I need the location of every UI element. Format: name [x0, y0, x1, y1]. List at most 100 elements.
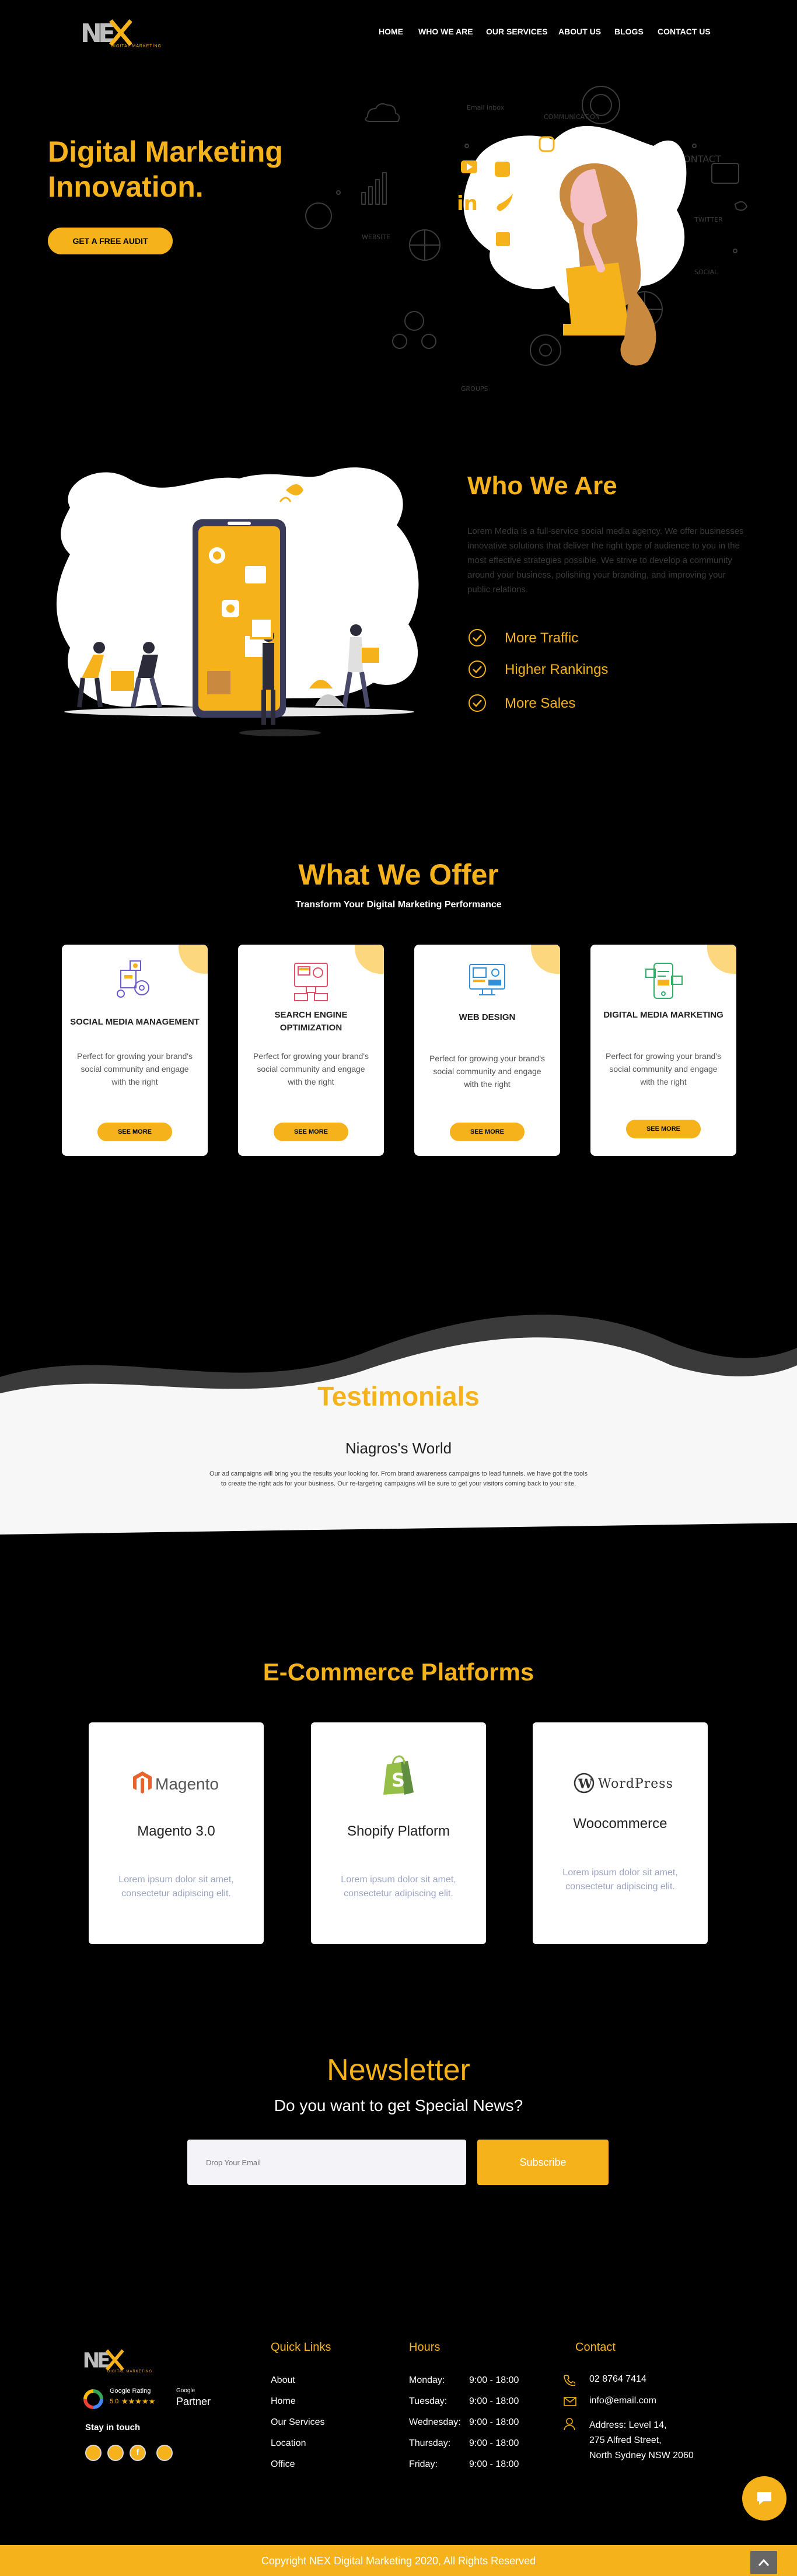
platform-description: Lorem ipsum dolor sit amet, consectetur …	[341, 1875, 456, 1899]
platform-name: Magento 3.0	[137, 1823, 215, 1839]
contact-address: Address: Level 14, 275 Alfred Street, No…	[589, 2418, 694, 2463]
footer-link-services[interactable]: Our Services	[271, 2417, 324, 2428]
service-card-text: Perfect for growing your brand's social …	[253, 1051, 369, 1086]
nav-home[interactable]: HOME	[379, 27, 403, 36]
platform-card[interactable]: Magento Magento 3.0 Lorem ipsum dolor si…	[89, 1722, 264, 1944]
free-audit-button[interactable]: GET A FREE AUDIT	[48, 228, 173, 254]
newsletter-title: Newsletter	[327, 2053, 470, 2087]
facebook-icon[interactable]: f	[130, 2445, 146, 2461]
testimonial-quote: Our ad campaigns will bring you the resu…	[0, 1469, 797, 1489]
service-card-text: Perfect for growing your brand's social …	[429, 1054, 545, 1089]
person-icon	[564, 2418, 575, 2431]
nav-contact-us[interactable]: CONTACT US	[658, 27, 711, 36]
social-media-icon	[117, 960, 149, 998]
google-partner-badge: Google Rating 5.0 ★★★★★ Google Partner	[83, 2385, 226, 2414]
footer-logo[interactable]: N E DIGITAL MARKETING	[82, 2347, 169, 2379]
nav-our-services[interactable]: OUR SERVICES	[486, 27, 548, 36]
hero-title-line2: Innovation.	[48, 170, 204, 203]
web-design-icon	[469, 964, 505, 995]
benefit-label: More Sales	[505, 695, 576, 711]
contact-phone[interactable]: 02 8764 7414	[589, 2374, 646, 2385]
platform-name: Woocommerce	[573, 1816, 667, 1831]
svg-text:Email Inbox: Email Inbox	[467, 104, 505, 111]
scroll-to-top-button[interactable]	[750, 2551, 777, 2574]
hero-illustration: Email Inbox COMMUNICATION CONTACT TWITTE…	[305, 86, 748, 393]
svg-text:SOCIAL: SOCIAL	[694, 268, 718, 276]
logo-mark-icon: N E	[81, 19, 132, 48]
newsletter-email-input[interactable]	[187, 2140, 466, 2185]
footer-link-about[interactable]: About	[271, 2375, 295, 2386]
check-circle-icon	[469, 660, 486, 678]
logo-subtitle: DIGITAL MARKETING	[111, 44, 162, 48]
service-card[interactable]: DIGITAL MEDIA MARKETING Perfect for grow…	[590, 945, 736, 1156]
nav-blogs[interactable]: BLOGS	[614, 27, 644, 36]
wordpress-logo: W WordPress	[574, 1773, 673, 1796]
hours-time: 9:00 - 18:00	[469, 2459, 519, 2469]
magento-icon	[133, 1771, 152, 1794]
copyright-bar: Copyright NEX Digital Marketing 2020, Al…	[0, 2545, 797, 2576]
service-card-title: WEB DESIGN	[459, 1012, 516, 1022]
google-icon[interactable]	[107, 2445, 124, 2461]
top-navigation: N E DIGITAL MARKETING HOME WHO WE ARE OU…	[0, 0, 797, 64]
service-card[interactable]: SEARCH ENGINE OPTIMIZATION Perfect for g…	[238, 945, 384, 1156]
see-more-button[interactable]: SEE MORE	[626, 1120, 701, 1138]
see-more-button[interactable]: SEE MORE	[97, 1123, 172, 1141]
contact-heading: Contact	[575, 2341, 616, 2354]
see-more-button[interactable]: SEE MORE	[274, 1123, 348, 1141]
stay-in-touch-label: Stay in touch	[85, 2423, 141, 2432]
platform-card[interactable]: W WordPress Woocommerce Lorem ipsum dolo…	[533, 1722, 708, 1944]
platform-description: Lorem ipsum dolor sit amet, consectetur …	[562, 1868, 678, 1892]
footer-link-office[interactable]: Office	[271, 2459, 295, 2470]
footer-link-home[interactable]: Home	[271, 2396, 296, 2407]
address-line: 275 Alfred Street,	[589, 2435, 662, 2445]
logo-mark-icon: N E	[83, 2349, 124, 2372]
footer-link-location[interactable]: Location	[271, 2438, 306, 2449]
service-card-text: Perfect for growing your brand's social …	[606, 1051, 721, 1086]
service-card[interactable]: SOCIAL MEDIA MANAGEMENT Perfect for grow…	[62, 945, 208, 1156]
svg-text:TWITTER: TWITTER	[694, 216, 723, 223]
shopify-icon: S	[383, 1755, 414, 1795]
address-line: Address: Level 14,	[589, 2420, 667, 2430]
service-card-text: Perfect for growing your brand's social …	[77, 1051, 193, 1086]
svg-text:GROUPS: GROUPS	[461, 385, 488, 393]
instagram-icon[interactable]	[85, 2445, 102, 2461]
chat-button[interactable]	[742, 2476, 786, 2521]
hours-day: Friday:	[409, 2459, 438, 2469]
hours-heading: Hours	[409, 2341, 441, 2354]
service-card-title: SOCIAL MEDIA MANAGEMENT	[70, 1017, 200, 1027]
magento-logo: Magento	[132, 1770, 225, 1796]
who-we-are-body: Lorem Media is a full-service social med…	[467, 526, 744, 595]
benefit-label: Higher Rankings	[505, 662, 609, 677]
platform-card[interactable]: S Shopify Platform Lorem ipsum dolor sit…	[311, 1722, 486, 1944]
service-card[interactable]: WEB DESIGN Perfect for growing your bran…	[414, 945, 560, 1156]
team-phone-illustration	[56, 467, 419, 736]
subscribe-button[interactable]: Subscribe	[477, 2140, 609, 2185]
hours-day: Monday:	[409, 2375, 445, 2385]
hero-title-line1: Digital Marketing	[48, 135, 283, 168]
testimonial-quote-line1: Our ad campaigns will bring you the resu…	[209, 1470, 588, 1477]
testimonial-quote-line2: to create the right ads for your busines…	[221, 1480, 576, 1487]
nav-about-us[interactable]: ABOUT US	[558, 27, 601, 36]
contact-email[interactable]: info@email.com	[589, 2396, 656, 2406]
service-card-title: DIGITAL MEDIA MARKETING	[603, 1010, 723, 1020]
check-circle-icon	[469, 629, 486, 646]
services-subtitle: Transform Your Digital Marketing Perform…	[295, 900, 502, 910]
linkedin-icon[interactable]	[156, 2445, 173, 2461]
nav-who-we-are[interactable]: WHO WE ARE	[418, 27, 473, 36]
svg-text:in: in	[457, 192, 478, 215]
wordpress-icon: W	[574, 1773, 595, 1794]
phone-icon	[564, 2375, 575, 2386]
quick-links-heading: Quick Links	[271, 2341, 331, 2354]
hero-title: Digital Marketing Innovation.	[48, 134, 283, 204]
address-line: North Sydney NSW 2060	[589, 2451, 694, 2460]
testimonials-title: Testimonials	[317, 1381, 480, 1411]
logo[interactable]: N E DIGITAL MARKETING	[79, 16, 167, 53]
digital-marketing-icon	[645, 963, 683, 999]
hours-day: Thursday:	[409, 2438, 451, 2448]
newsletter-subtitle: Do you want to get Special News?	[274, 2096, 523, 2114]
email-icon	[564, 2397, 576, 2406]
hours-time: 9:00 - 18:00	[469, 2375, 519, 2385]
testimonial-author: Niagros's World	[345, 1439, 452, 1457]
copyright-text: Copyright NEX Digital Marketing 2020, Al…	[261, 2555, 536, 2567]
see-more-button[interactable]: SEE MORE	[450, 1123, 525, 1141]
